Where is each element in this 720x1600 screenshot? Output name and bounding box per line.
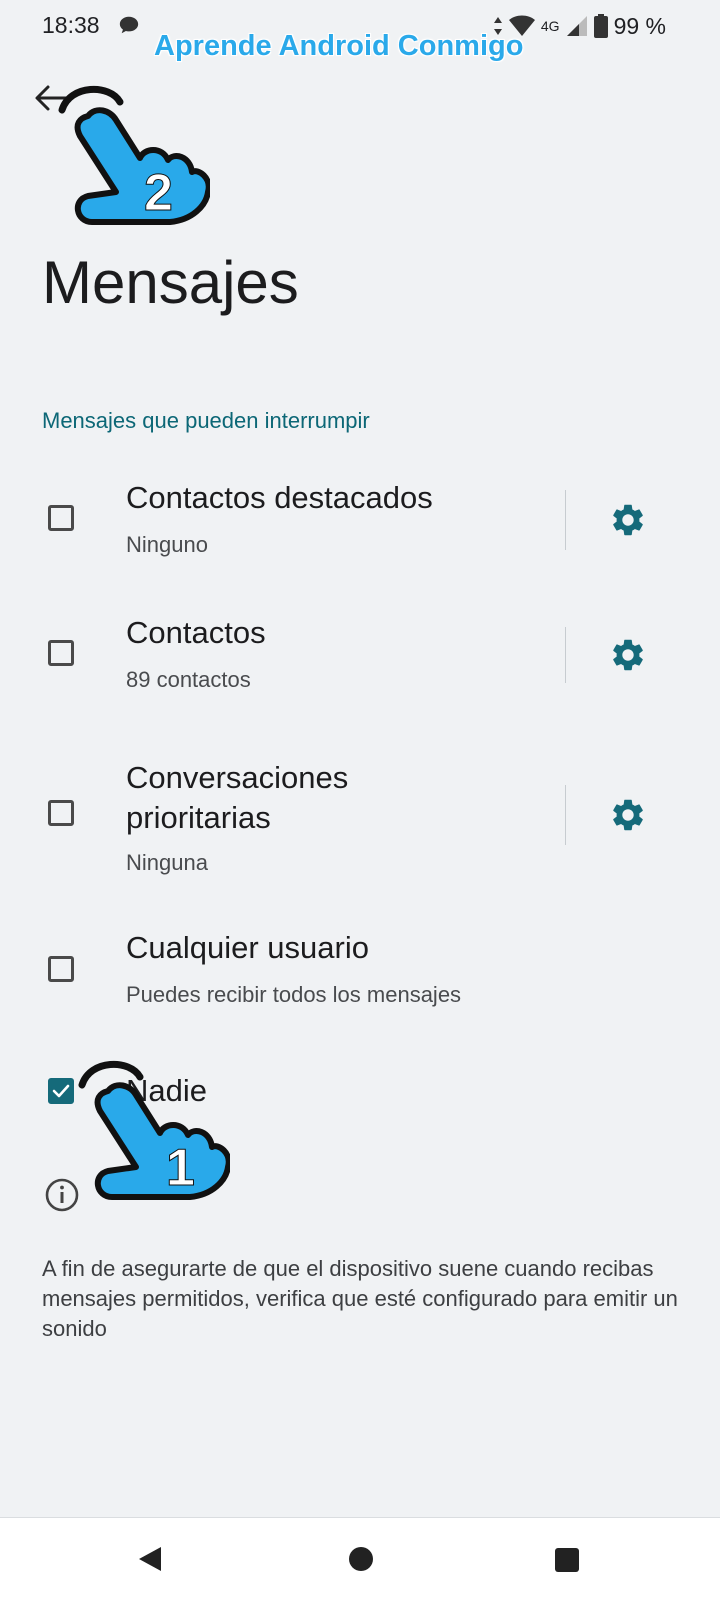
option-title: Conversaciones prioritarias (126, 760, 349, 835)
option-contactos-destacados[interactable]: Contactos destacados Ninguno (0, 470, 720, 590)
option-subtitle: 89 contactos (126, 667, 251, 692)
pointing-hand-icon: 1 (78, 1061, 230, 1200)
network-type: 4G (540, 18, 560, 34)
pointing-hand-icon: 2 (58, 86, 210, 225)
option-conversaciones-prioritarias[interactable]: Conversaciones prioritarias Ninguna (0, 740, 720, 900)
info-text: A fin de asegurarte de que el dispositiv… (42, 1256, 678, 1341)
option-subtitle: Puedes recibir todos los mensajes (126, 982, 462, 1007)
nav-home-icon[interactable] (349, 1547, 373, 1571)
gear-icon[interactable] (609, 636, 647, 674)
nav-back-icon[interactable] (137, 1546, 163, 1572)
section-title: Mensajes que pueden interrumpir (42, 408, 370, 433)
checkbox[interactable] (48, 505, 74, 531)
chat-notification-icon (119, 16, 139, 34)
watermark-text: Aprende Android Conmigo (154, 30, 524, 62)
option-contactos[interactable]: Contactos 89 contactos (0, 605, 720, 725)
option-subtitle: Ninguno (126, 532, 208, 557)
signal-icon (566, 16, 587, 36)
divider (565, 785, 566, 845)
gear-icon[interactable] (609, 796, 647, 834)
divider (565, 490, 566, 550)
option-title: Contactos destacados (126, 480, 433, 515)
navigation-bar (0, 1517, 720, 1600)
checkbox[interactable] (48, 956, 74, 982)
page-title: Mensajes (42, 249, 299, 316)
option-title: Cualquier usuario (126, 930, 369, 965)
step-number: 1 (166, 1139, 195, 1197)
option-title: Contactos (126, 615, 266, 650)
battery-level: 99 % (613, 12, 666, 39)
option-cualquier-usuario[interactable]: Cualquier usuario Puedes recibir todos l… (0, 920, 720, 1030)
status-time: 18:38 (42, 12, 100, 38)
checkbox[interactable] (48, 640, 74, 666)
checkbox[interactable] (48, 800, 74, 826)
divider (565, 627, 566, 683)
nav-recents-icon[interactable] (555, 1548, 579, 1572)
battery-icon (593, 14, 608, 38)
option-subtitle: Ninguna (126, 850, 208, 875)
gear-icon[interactable] (609, 501, 647, 539)
step-number: 2 (144, 164, 173, 222)
